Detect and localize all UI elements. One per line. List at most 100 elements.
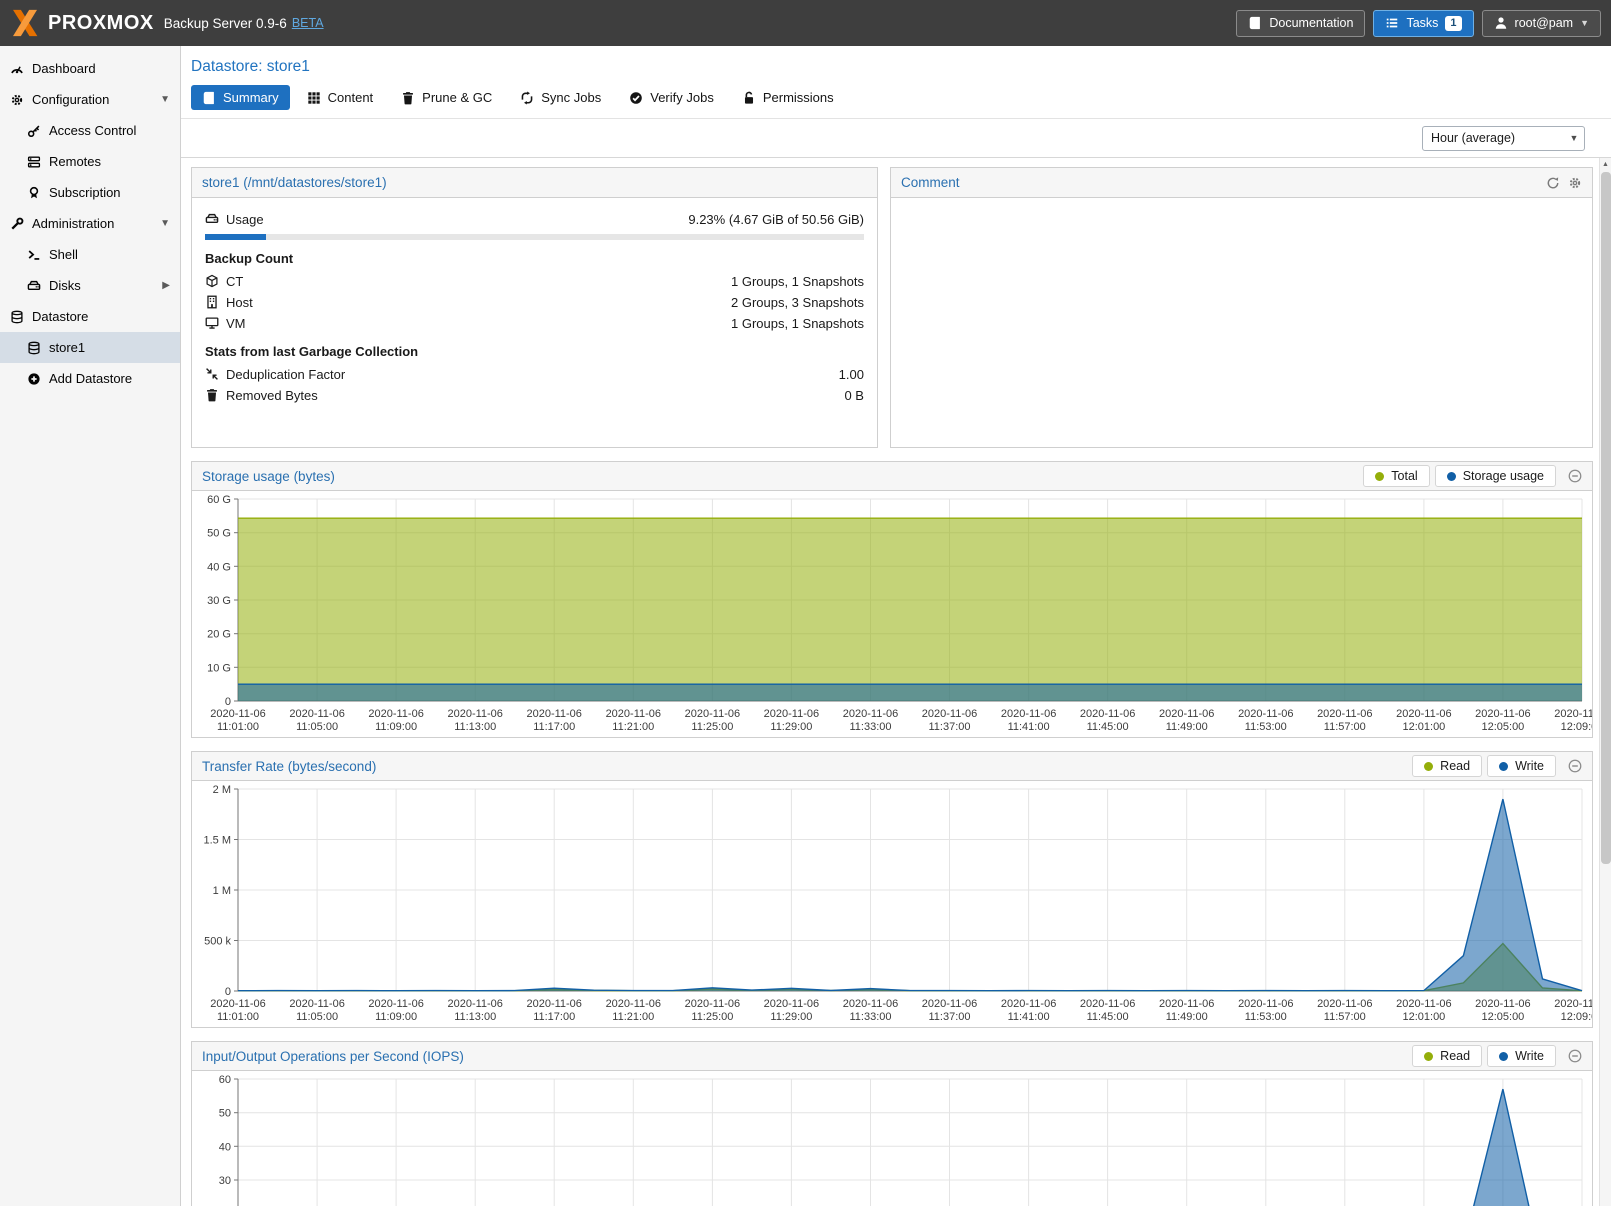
sidebar-item-administration[interactable]: Administration ▼ xyxy=(0,208,180,239)
proxmox-logo-icon xyxy=(10,8,40,38)
user-icon xyxy=(1494,16,1508,30)
sidebar-item-access-control[interactable]: Access Control xyxy=(0,115,180,146)
beta-link[interactable]: BETA xyxy=(292,16,324,30)
sidebar-item-subscription[interactable]: Subscription xyxy=(0,177,180,208)
svg-text:11:21:00: 11:21:00 xyxy=(612,721,654,733)
svg-text:11:09:00: 11:09:00 xyxy=(375,721,417,733)
sidebar-item-shell[interactable]: Shell xyxy=(0,239,180,270)
svg-text:11:29:00: 11:29:00 xyxy=(770,721,812,733)
collapse-minus-icon[interactable] xyxy=(1568,1049,1582,1063)
scroll-up-arrow[interactable]: ▲ xyxy=(1600,158,1611,171)
legend-item-read[interactable]: Read xyxy=(1412,1045,1482,1067)
tasks-button[interactable]: Tasks 1 xyxy=(1373,10,1473,37)
user-menu-button[interactable]: root@pam ▼ xyxy=(1482,10,1601,37)
trash-icon xyxy=(401,91,415,105)
host-label: Host xyxy=(226,295,253,310)
svg-text:2020-11-06: 2020-11-06 xyxy=(1396,998,1451,1010)
tab-summary[interactable]: Summary xyxy=(191,85,290,110)
cube-icon xyxy=(205,274,219,288)
svg-text:40: 40 xyxy=(219,1141,231,1153)
svg-text:11:05:00: 11:05:00 xyxy=(296,721,338,733)
sidebar-item-label: Datastore xyxy=(32,309,88,324)
usage-row: Usage 9.23% (4.67 GiB of 50.56 GiB) xyxy=(205,209,864,229)
svg-text:30: 30 xyxy=(219,1175,231,1187)
grid-icon xyxy=(307,91,321,105)
svg-text:2020-11-06: 2020-11-06 xyxy=(1317,998,1372,1010)
svg-text:2020-11-06: 2020-11-06 xyxy=(1475,998,1530,1010)
svg-text:2020-11-06: 2020-11-06 xyxy=(764,998,819,1010)
sidebar-item-configuration[interactable]: Configuration ▼ xyxy=(0,84,180,115)
sidebar-item-dashboard[interactable]: Dashboard xyxy=(0,53,180,84)
tab-sync-jobs[interactable]: Sync Jobs xyxy=(509,85,612,110)
documentation-button[interactable]: Documentation xyxy=(1236,10,1365,37)
svg-text:2020-11-06: 2020-11-06 xyxy=(368,708,423,720)
svg-text:2020-11-06: 2020-11-06 xyxy=(1159,998,1214,1010)
svg-text:12:09:00: 12:09:00 xyxy=(1561,1011,1592,1023)
svg-text:2020-11-06: 2020-11-06 xyxy=(1554,708,1592,720)
tab-permissions[interactable]: Permissions xyxy=(731,85,845,110)
svg-text:11:49:00: 11:49:00 xyxy=(1166,1011,1208,1023)
caret-down-icon[interactable]: ▼ xyxy=(160,94,170,105)
legend-item-write[interactable]: Write xyxy=(1487,755,1556,777)
svg-text:2020-11-06: 2020-11-06 xyxy=(447,998,502,1010)
sidebar-item-label: store1 xyxy=(49,340,85,355)
sidebar-item-store1[interactable]: store1 xyxy=(0,332,180,363)
svg-text:2020-11-06: 2020-11-06 xyxy=(1001,998,1056,1010)
svg-text:2020-11-06: 2020-11-06 xyxy=(1080,708,1135,720)
tasks-label: Tasks xyxy=(1406,16,1438,30)
sidebar-item-remotes[interactable]: Remotes xyxy=(0,146,180,177)
caret-down-icon[interactable]: ▼ xyxy=(160,218,170,229)
svg-text:11:45:00: 11:45:00 xyxy=(1087,721,1129,733)
sidebar-item-disks[interactable]: Disks ▶ xyxy=(0,270,180,301)
gear-icon[interactable] xyxy=(1568,176,1582,190)
svg-text:2020-11-06: 2020-11-06 xyxy=(526,998,581,1010)
vertical-scrollbar[interactable]: ▲ xyxy=(1599,158,1611,1206)
svg-text:11:57:00: 11:57:00 xyxy=(1324,1011,1366,1023)
collapse-minus-icon[interactable] xyxy=(1568,469,1582,483)
svg-text:2020-11-06: 2020-11-06 xyxy=(210,998,265,1010)
tab-verify-jobs[interactable]: Verify Jobs xyxy=(618,85,725,110)
transfer-rate-chart-panel: Transfer Rate (bytes/second) Read Write xyxy=(191,751,1593,1028)
svg-text:2020-11-06: 2020-11-06 xyxy=(1317,708,1372,720)
svg-text:11:25:00: 11:25:00 xyxy=(691,721,733,733)
collapse-minus-icon[interactable] xyxy=(1568,759,1582,773)
sidebar-item-add-datastore[interactable]: Add Datastore xyxy=(0,363,180,394)
legend-item-write[interactable]: Write xyxy=(1487,1045,1556,1067)
tab-content[interactable]: Content xyxy=(296,85,385,110)
svg-text:2020-11-06: 2020-11-06 xyxy=(843,708,898,720)
legend-item-read[interactable]: Read xyxy=(1412,755,1482,777)
svg-text:1.5 M: 1.5 M xyxy=(203,835,231,847)
undo-circle-icon[interactable] xyxy=(1546,176,1560,190)
legend-label: Read xyxy=(1440,759,1470,773)
ct-count-row: CT 1 Groups, 1 Snapshots xyxy=(205,271,864,291)
svg-text:0: 0 xyxy=(225,986,231,998)
svg-text:2020-11-06: 2020-11-06 xyxy=(1475,708,1530,720)
comment-body[interactable] xyxy=(891,198,1592,447)
sidebar-item-label: Administration xyxy=(32,216,114,231)
legend-item-storage-usage[interactable]: Storage usage xyxy=(1435,465,1556,487)
legend-item-total[interactable]: Total xyxy=(1363,465,1429,487)
sidebar-item-datastore[interactable]: Datastore xyxy=(0,301,180,332)
tasks-count-badge: 1 xyxy=(1445,16,1461,31)
timeframe-select[interactable]: Hour (average) ▼ xyxy=(1422,126,1585,151)
sidebar: Dashboard Configuration ▼ Access Control… xyxy=(0,46,181,1206)
legend-label: Write xyxy=(1515,1049,1544,1063)
vm-label: VM xyxy=(226,316,246,331)
panel-title: store1 (/mnt/datastores/store1) xyxy=(202,175,387,190)
lock-icon xyxy=(742,91,756,105)
caret-right-icon[interactable]: ▶ xyxy=(162,280,170,291)
sidebar-item-label: Shell xyxy=(49,247,78,262)
chevron-down-icon: ▼ xyxy=(1580,18,1589,28)
legend-dot xyxy=(1424,1052,1433,1061)
svg-text:11:53:00: 11:53:00 xyxy=(1245,1011,1287,1023)
scrollbar-thumb[interactable] xyxy=(1601,172,1611,864)
sidebar-item-label: Remotes xyxy=(49,154,101,169)
dedup-value: 1.00 xyxy=(839,367,864,382)
tab-prune-gc[interactable]: Prune & GC xyxy=(390,85,503,110)
usage-value: 9.23% (4.67 GiB of 50.56 GiB) xyxy=(688,212,864,227)
sidebar-item-label: Add Datastore xyxy=(49,371,132,386)
sidebar-item-label: Dashboard xyxy=(32,61,96,76)
legend-label: Storage usage xyxy=(1463,469,1544,483)
svg-text:2020-11-06: 2020-11-06 xyxy=(922,998,977,1010)
tab-label: Content xyxy=(328,90,374,105)
